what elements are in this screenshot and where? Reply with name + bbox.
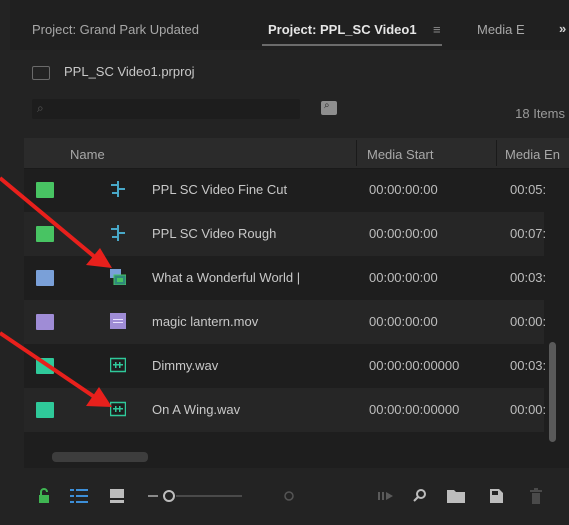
annotation-arrowhead — [86, 387, 112, 407]
annotation-arrows — [0, 176, 112, 407]
annotation-arrow — [0, 331, 98, 400]
annotation-arrow — [0, 176, 98, 260]
